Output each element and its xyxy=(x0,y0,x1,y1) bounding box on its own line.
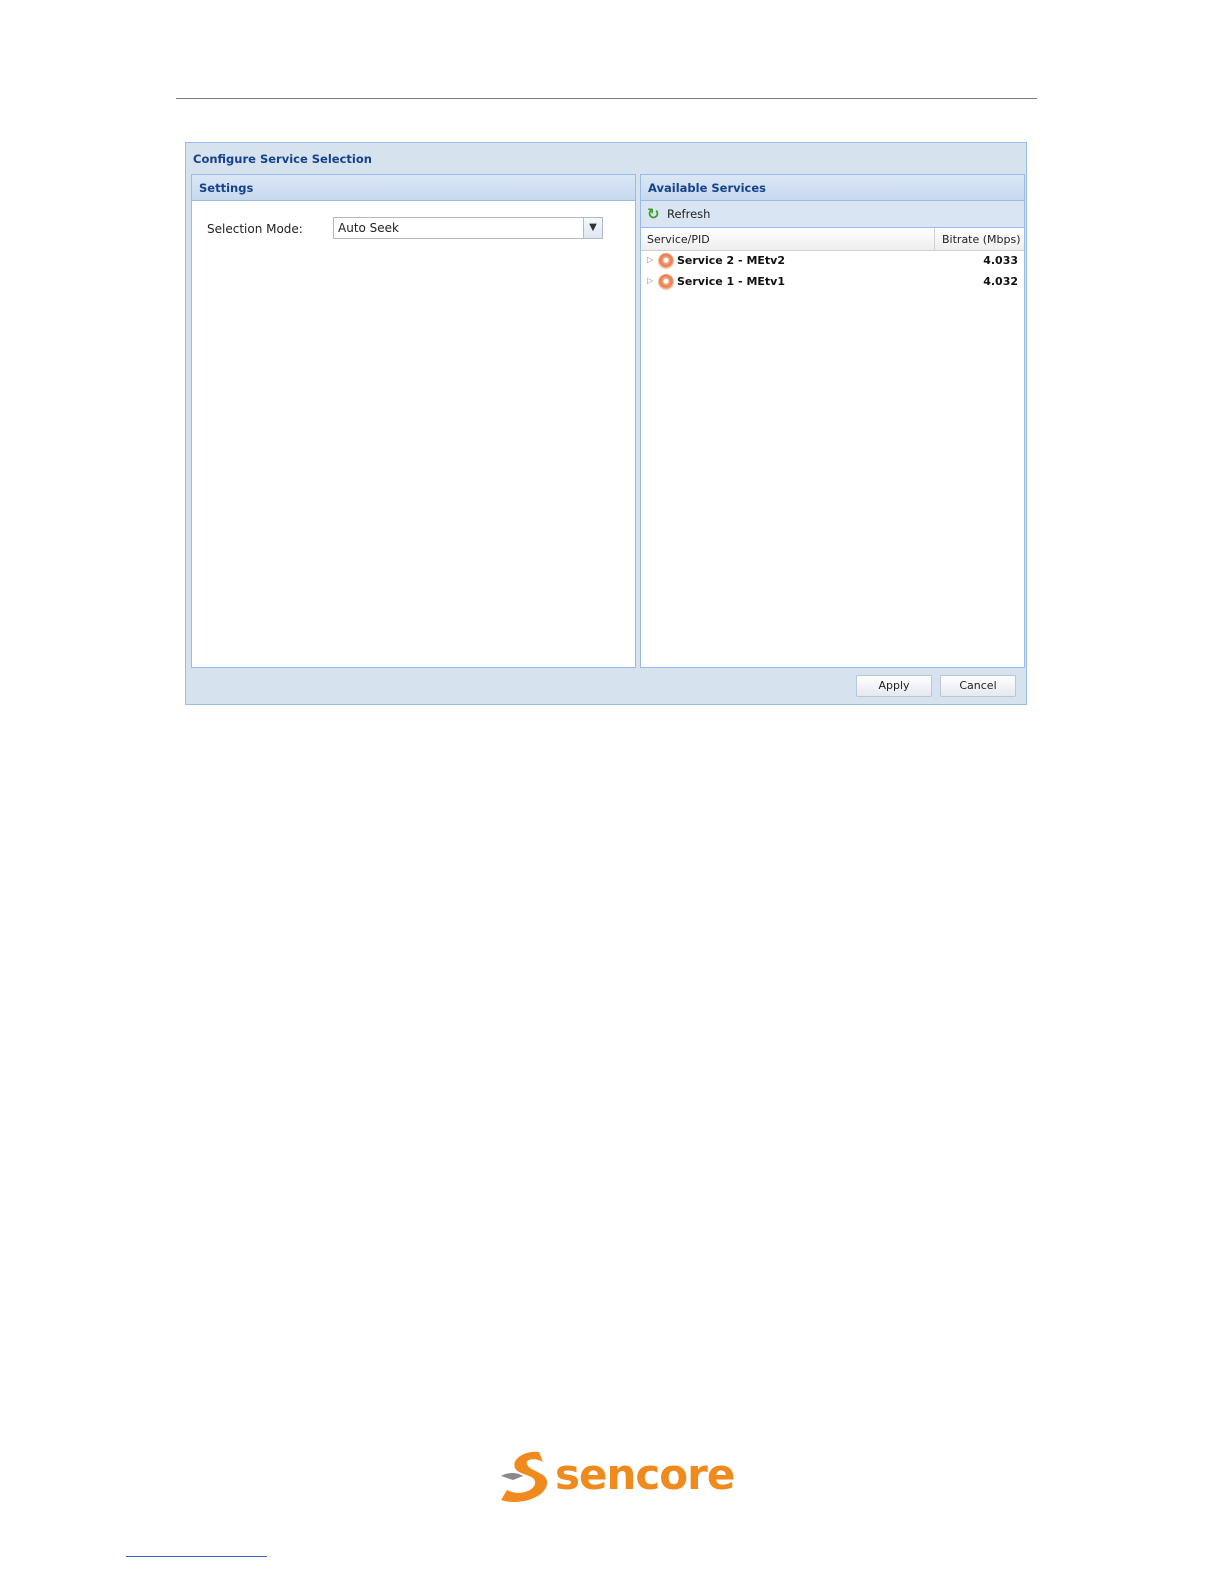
sencore-logo: sencore xyxy=(497,1446,735,1506)
column-header-service[interactable]: Service/PID xyxy=(647,233,710,246)
column-divider[interactable] xyxy=(934,228,935,251)
logo-wordmark: sencore xyxy=(555,1450,735,1499)
dialog-title: Configure Service Selection xyxy=(193,152,372,166)
configure-service-dialog: Configure Service Selection Settings Sel… xyxy=(185,142,1027,705)
settings-panel-title: Settings xyxy=(192,175,635,201)
service-row[interactable]: ▷ Service 1 - MEtv1 4.032 xyxy=(641,272,1024,293)
services-grid-header: Service/PID Bitrate (Mbps) xyxy=(641,228,1024,251)
service-name: Service 1 - MEtv1 xyxy=(677,275,785,288)
selection-mode-value: Auto Seek xyxy=(338,221,400,235)
selection-mode-select[interactable]: Auto Seek ▼ xyxy=(333,217,603,239)
refresh-icon: ↻ xyxy=(647,204,660,223)
selection-mode-label: Selection Mode: xyxy=(207,222,303,236)
broadcast-icon xyxy=(658,274,674,290)
expand-arrow-icon[interactable]: ▷ xyxy=(647,255,653,264)
footer-link-underline[interactable] xyxy=(126,1556,267,1557)
cancel-button[interactable]: Cancel xyxy=(940,675,1016,697)
header-rule xyxy=(176,98,1037,99)
service-name: Service 2 - MEtv2 xyxy=(677,254,785,267)
service-bitrate: 4.032 xyxy=(983,275,1018,288)
settings-panel: Settings Selection Mode: Auto Seek ▼ xyxy=(191,174,636,668)
available-services-title: Available Services xyxy=(641,175,1024,201)
broadcast-icon xyxy=(658,253,674,269)
column-header-bitrate[interactable]: Bitrate (Mbps) xyxy=(942,233,1021,246)
expand-arrow-icon[interactable]: ▷ xyxy=(647,276,653,285)
available-services-panel: Available Services ↻ Refresh Service/PID… xyxy=(640,174,1025,668)
service-row[interactable]: ▷ Service 2 - MEtv2 4.033 xyxy=(641,251,1024,272)
refresh-label: Refresh xyxy=(667,207,711,221)
services-toolbar: ↻ Refresh xyxy=(641,201,1024,228)
refresh-button[interactable]: ↻ Refresh xyxy=(647,204,711,223)
sencore-s-mark-icon xyxy=(501,1451,548,1503)
chevron-down-icon[interactable]: ▼ xyxy=(583,218,602,238)
service-bitrate: 4.033 xyxy=(983,254,1018,267)
apply-button[interactable]: Apply xyxy=(856,675,932,697)
